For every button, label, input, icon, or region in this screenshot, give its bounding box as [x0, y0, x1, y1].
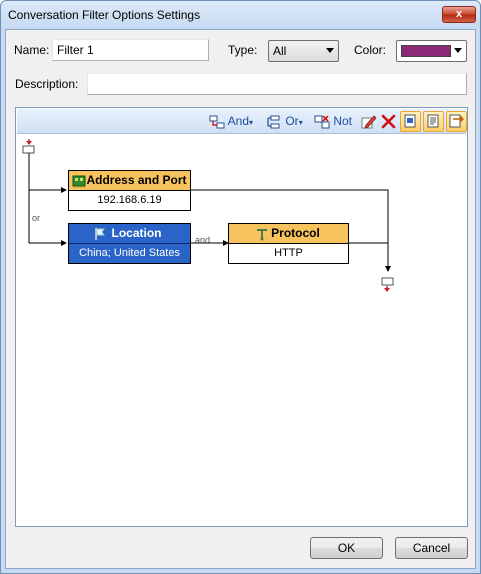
or-connector-label: or — [32, 213, 41, 223]
type-select[interactable]: All — [268, 40, 339, 62]
description-field[interactable] — [87, 73, 467, 95]
color-select[interactable] — [396, 40, 467, 62]
node-header: Protocol — [229, 224, 348, 244]
node-value: 192.168.6.19 — [97, 194, 162, 206]
filter-node-protocol[interactable]: Protocol HTTP — [228, 223, 349, 264]
cancel-button[interactable]: Cancel — [395, 537, 468, 559]
node-header: Address and Port — [69, 171, 190, 191]
node-title: Location — [111, 226, 162, 240]
node-title: Address and Port — [86, 173, 187, 187]
color-swatch — [401, 45, 451, 57]
color-label: Color: — [354, 43, 387, 57]
name-field[interactable]: Filter 1 — [52, 39, 209, 61]
dialog-client-area: Name: Filter 1 Type: All Color: Descript… — [5, 29, 476, 569]
filter-editor: And▾ Or▾ Not or and Address and Port 192… — [15, 107, 468, 527]
node-value: HTTP — [274, 247, 303, 259]
filter-node-location[interactable]: Location China; United States — [68, 223, 191, 264]
type-label: Type: — [228, 43, 258, 57]
protocol-icon — [257, 229, 267, 241]
name-label: Name: — [14, 43, 50, 57]
chevron-down-icon — [326, 48, 334, 53]
chevron-down-icon — [454, 48, 462, 53]
dialog-window: Conversation Filter Options Settings x N… — [0, 0, 481, 574]
node-value: China; United States — [69, 244, 190, 263]
node-header: Location — [69, 224, 190, 244]
window-title: Conversation Filter Options Settings — [8, 8, 201, 22]
description-label: Description: — [15, 77, 79, 91]
ok-button[interactable]: OK — [310, 537, 383, 559]
and-connector-label: and — [195, 235, 211, 245]
close-button[interactable]: x — [442, 6, 476, 23]
title-bar[interactable]: Conversation Filter Options Settings x — [1, 1, 480, 29]
network-card-icon — [72, 175, 86, 188]
filter-node-address-port[interactable]: Address and Port 192.168.6.19 — [68, 170, 191, 211]
type-select-value: All — [273, 44, 287, 58]
flag-icon — [95, 228, 105, 240]
